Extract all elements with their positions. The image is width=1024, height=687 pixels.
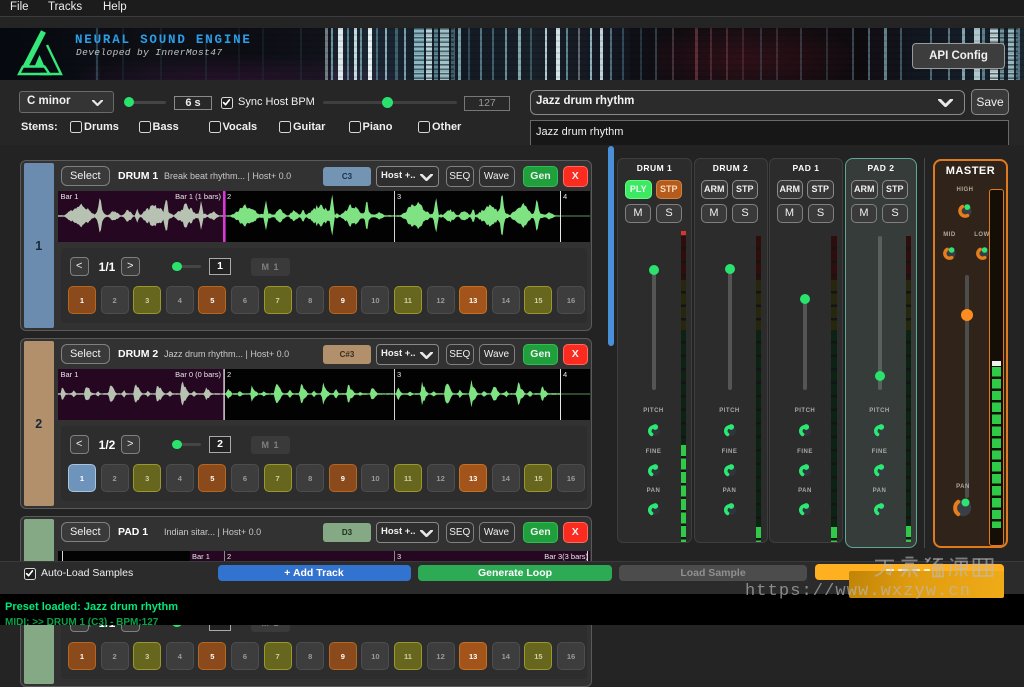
svg-text:Bar 3(3 bars): Bar 3(3 bars)	[544, 552, 588, 561]
svg-text:Bar 1: Bar 1	[61, 192, 79, 201]
svg-text:Bar 0 (0 bars): Bar 0 (0 bars)	[175, 370, 221, 379]
svg-text:2: 2	[227, 192, 231, 201]
svg-text:2: 2	[227, 370, 231, 379]
svg-text:Bar 1 (1 bars): Bar 1 (1 bars)	[175, 192, 221, 201]
svg-text:2: 2	[227, 552, 231, 561]
svg-text:Bar 1: Bar 1	[192, 552, 210, 561]
svg-text:Bar 1: Bar 1	[61, 370, 79, 379]
svg-text:3: 3	[397, 552, 401, 561]
svg-text:4: 4	[563, 370, 567, 379]
svg-text:3: 3	[397, 370, 401, 379]
svg-text:3: 3	[397, 192, 401, 201]
svg-text:4: 4	[563, 192, 567, 201]
